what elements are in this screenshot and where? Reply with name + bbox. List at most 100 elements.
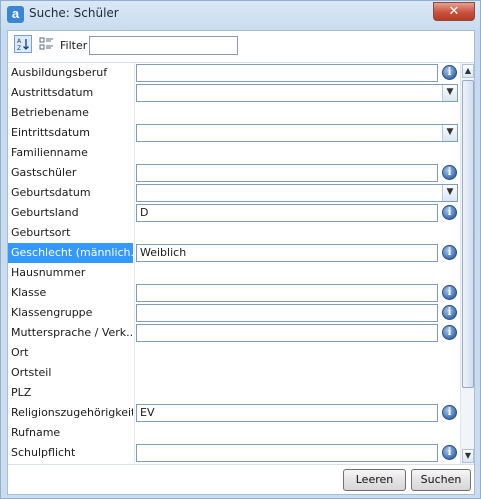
scrollbar-thumb[interactable] xyxy=(462,80,474,388)
column-divider xyxy=(134,283,135,303)
column-divider xyxy=(134,363,135,383)
property-dropdown[interactable]: ▼ xyxy=(136,124,458,142)
column-divider xyxy=(134,143,135,163)
categorized-icon xyxy=(39,37,53,50)
close-icon: ✕ xyxy=(448,4,460,19)
scroll-up-button[interactable]: ▲ xyxy=(462,64,474,78)
dialog-window: a Suche: Schüler ✕ A Z Filter Ausbildung… xyxy=(0,0,481,499)
property-name: Rufname xyxy=(11,426,61,439)
button-bar: Leeren Suchen xyxy=(8,465,474,494)
property-row[interactable]: Geschlecht (männlich... Weiblich i xyxy=(8,243,458,263)
column-divider xyxy=(134,383,135,403)
filter-label: Filter xyxy=(60,39,88,52)
property-name: Ausbildungsberuf xyxy=(11,66,108,79)
property-value-input[interactable]: Weiblich xyxy=(136,244,438,262)
svg-text:A: A xyxy=(17,38,22,45)
property-name: Schulpflicht xyxy=(11,446,76,459)
info-icon[interactable]: i xyxy=(442,65,457,80)
property-row[interactable]: Betriebename xyxy=(8,103,458,123)
info-icon[interactable]: i xyxy=(442,445,457,460)
vertical-scrollbar[interactable]: ▲ ▼ xyxy=(460,63,474,464)
property-row[interactable]: Hausnummer xyxy=(8,263,458,283)
column-divider xyxy=(134,63,135,83)
property-row[interactable]: Ortsteil xyxy=(8,363,458,383)
clear-button[interactable]: Leeren xyxy=(343,469,406,491)
search-button[interactable]: Suchen xyxy=(411,469,471,491)
property-name: Ort xyxy=(11,346,29,359)
property-row[interactable]: Geburtsort xyxy=(8,223,458,243)
sort-alphabetical-button[interactable]: A Z xyxy=(14,35,32,53)
property-dropdown[interactable]: ▼ xyxy=(136,84,458,102)
property-row[interactable]: PLZ xyxy=(8,383,458,403)
close-button[interactable]: ✕ xyxy=(433,2,475,21)
window-title: Suche: Schüler xyxy=(29,6,119,20)
property-value: Weiblich xyxy=(140,246,187,259)
property-name: Geburtsdatum xyxy=(11,186,91,199)
column-divider xyxy=(134,223,135,243)
column-divider xyxy=(134,123,135,143)
property-value-input[interactable] xyxy=(136,284,438,302)
info-icon[interactable]: i xyxy=(442,325,457,340)
property-value: D xyxy=(140,206,149,219)
info-icon[interactable]: i xyxy=(442,285,457,300)
property-name: Austrittsdatum xyxy=(11,86,94,99)
chevron-down-icon[interactable]: ▼ xyxy=(442,185,457,201)
toolbar: A Z Filter xyxy=(8,31,474,61)
filter-input[interactable] xyxy=(89,36,238,55)
property-row[interactable]: Geburtsdatum ▼ xyxy=(8,183,458,203)
property-row[interactable]: Rufname xyxy=(8,423,458,443)
svg-text:Z: Z xyxy=(17,45,21,52)
app-logo-icon: a xyxy=(7,6,24,23)
property-name: Geburtsort xyxy=(11,226,71,239)
property-row[interactable]: Schulpflicht i xyxy=(8,443,458,463)
column-divider xyxy=(134,443,135,463)
info-icon[interactable]: i xyxy=(442,205,457,220)
column-divider xyxy=(134,343,135,363)
info-icon[interactable]: i xyxy=(442,165,457,180)
property-name: Gastschüler xyxy=(11,166,77,179)
column-divider xyxy=(134,423,135,443)
column-divider xyxy=(134,263,135,283)
property-row[interactable]: Klassengruppe i xyxy=(8,303,458,323)
property-value-input[interactable] xyxy=(136,304,438,322)
property-value-input[interactable] xyxy=(136,444,438,462)
property-row[interactable]: Eintrittsdatum ▼ xyxy=(8,123,458,143)
property-name: Familienname xyxy=(11,146,88,159)
property-row[interactable]: Klasse i xyxy=(8,283,458,303)
column-divider xyxy=(134,83,135,103)
property-dropdown[interactable]: ▼ xyxy=(136,184,458,202)
property-value: EV xyxy=(140,406,155,419)
property-value-input[interactable]: D xyxy=(136,204,438,222)
property-name: Klassengruppe xyxy=(11,306,93,319)
property-row[interactable]: Gastschüler i xyxy=(8,163,458,183)
property-row[interactable]: Ort xyxy=(8,343,458,363)
property-row[interactable]: Ausbildungsberuf i xyxy=(8,63,458,83)
chevron-down-icon[interactable]: ▼ xyxy=(442,125,457,141)
scroll-down-button[interactable]: ▼ xyxy=(462,449,474,463)
property-row[interactable]: Religionszugehörigkeit EV i xyxy=(8,403,458,423)
property-name: Klasse xyxy=(11,286,47,299)
property-row[interactable]: Familienname xyxy=(8,143,458,163)
column-divider xyxy=(134,403,135,423)
chevron-down-icon[interactable]: ▼ xyxy=(442,85,457,101)
property-row[interactable]: Geburtsland Di xyxy=(8,203,458,223)
column-divider xyxy=(134,203,135,223)
property-name: Eintrittsdatum xyxy=(11,126,90,139)
property-name: Hausnummer xyxy=(11,266,86,279)
property-name: Ortsteil xyxy=(11,366,52,379)
column-divider xyxy=(134,303,135,323)
dialog-body: A Z Filter Ausbildungsberuf i Austrittsdat… xyxy=(7,30,475,495)
info-icon[interactable]: i xyxy=(442,245,457,260)
property-value-input[interactable] xyxy=(136,324,438,342)
property-row[interactable]: Muttersprache / Verk... i xyxy=(8,323,458,343)
info-icon[interactable]: i xyxy=(442,405,457,420)
property-name: Betriebename xyxy=(11,106,89,119)
property-value-input[interactable] xyxy=(136,64,438,82)
info-icon[interactable]: i xyxy=(442,305,457,320)
property-name: Religionszugehörigkeit xyxy=(11,406,133,419)
categorized-button[interactable] xyxy=(38,35,56,53)
property-value-input[interactable] xyxy=(136,164,438,182)
title-bar[interactable]: a Suche: Schüler ✕ xyxy=(1,1,480,27)
property-row[interactable]: Austrittsdatum ▼ xyxy=(8,83,458,103)
property-value-input[interactable]: EV xyxy=(136,404,438,422)
